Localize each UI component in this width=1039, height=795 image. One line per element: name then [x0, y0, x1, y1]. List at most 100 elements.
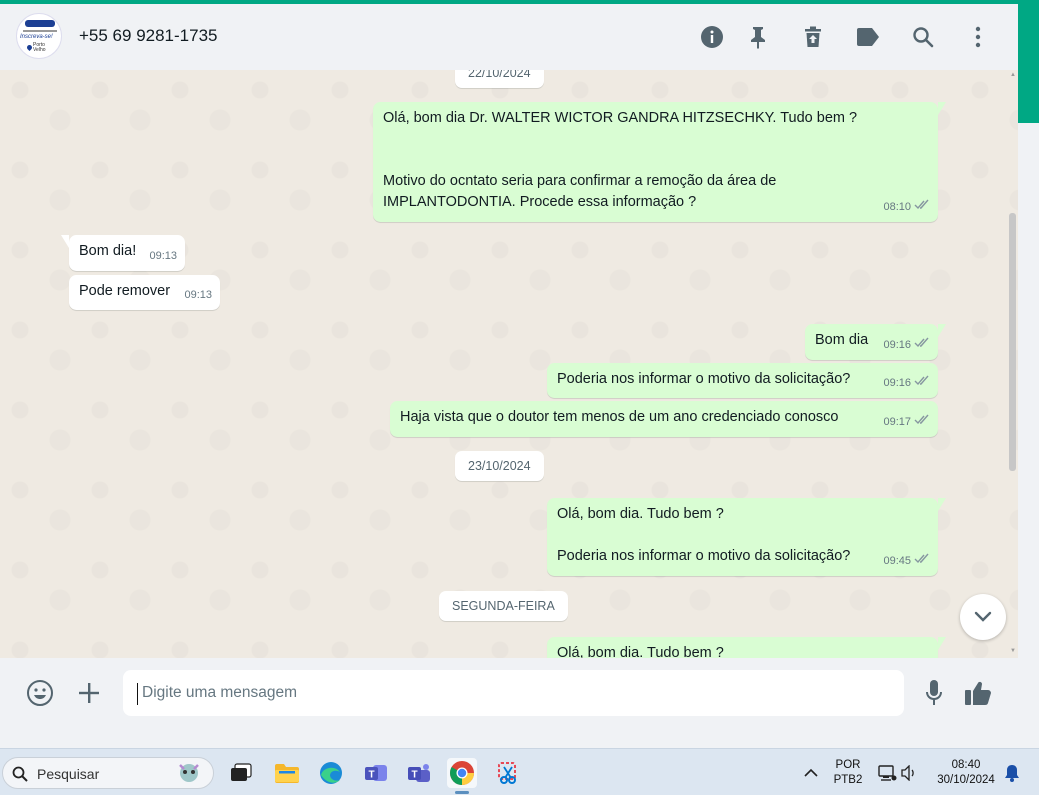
search-icon	[12, 766, 28, 782]
system-clock[interactable]: 08:40 30/10/2024	[928, 758, 1004, 788]
microphone-icon[interactable]	[919, 678, 949, 708]
chevron-up-icon[interactable]	[796, 758, 826, 788]
delete-icon[interactable]	[800, 24, 826, 50]
avatar-logo	[25, 20, 55, 27]
teams-work-icon[interactable]: T	[404, 758, 434, 788]
pin-icon[interactable]	[745, 24, 771, 50]
menu-icon[interactable]	[965, 24, 991, 50]
file-explorer-icon[interactable]	[272, 758, 302, 788]
message-bubble-out[interactable]: Olá, bom dia Dr. WALTER WICTOR GANDRA HI…	[373, 102, 946, 222]
message-text: IMPLANTODONTIA. Procede essa informação …	[383, 194, 697, 210]
message-time: 09:17	[883, 416, 911, 428]
scroll-up-arrow-icon[interactable]: ▲	[1010, 72, 1016, 78]
message-bubble-out[interactable]: Olá, bom dia. Tudo bem ?	[547, 637, 946, 658]
clock-date: 30/10/2024	[937, 774, 995, 786]
search-icon[interactable]	[910, 24, 936, 50]
bubble-tail	[938, 324, 946, 337]
message-text: Poderia nos informar o motivo da solicit…	[557, 548, 851, 564]
message-bubble-in[interactable]: Bom dia! 09:13	[61, 235, 185, 271]
avatar-text: Inscreva-se!	[20, 34, 53, 40]
search-highlight-icon	[179, 764, 199, 782]
bubble-tail	[61, 235, 69, 248]
task-view-icon[interactable]	[226, 758, 256, 788]
message-time: 09:16	[883, 339, 911, 351]
message-text: Olá, bom dia. Tudo bem ?	[557, 506, 724, 522]
date-chip: 23/10/2024	[455, 451, 544, 481]
message-time: 09:13	[184, 289, 212, 301]
message-input[interactable]	[123, 670, 904, 716]
message-composer	[0, 658, 1018, 728]
chat-pane[interactable]: 22/10/2024 Olá, bom dia Dr. WALTER WICTO…	[0, 70, 1018, 658]
message-text	[383, 129, 930, 150]
avatar-logo-line	[23, 30, 57, 32]
scrollbar-thumb[interactable]	[1009, 213, 1016, 471]
windows-taskbar: Pesquisar T T POR PTB2 08:40 30/10/2024	[0, 748, 1039, 795]
text-caret	[137, 683, 138, 705]
snipping-tool-icon[interactable]	[493, 758, 523, 788]
volume-icon[interactable]	[894, 758, 924, 788]
date-chip: SEGUNDA-FEIRA	[439, 591, 568, 621]
bubble-tail	[938, 637, 946, 650]
message-meta: 09:13	[184, 285, 212, 306]
date-chip: 22/10/2024	[455, 70, 544, 88]
bubble-tail	[938, 102, 946, 115]
message-meta: 08:10	[883, 197, 930, 218]
message-text: Haja vista que o doutor tem menos de um …	[400, 409, 839, 425]
active-app-indicator	[455, 791, 469, 794]
read-ticks-icon	[914, 335, 930, 356]
chat-header: Inscreva-se! Porto Velho +55 69 9281-173…	[0, 4, 1018, 70]
message-meta: 09:16	[883, 335, 930, 356]
read-ticks-icon	[914, 551, 930, 572]
edge-browser-icon[interactable]	[316, 758, 346, 788]
message-meta: 09:45	[883, 551, 930, 572]
message-text: Olá, bom dia. Tudo bem ?	[557, 645, 724, 658]
read-ticks-icon	[914, 373, 930, 394]
message-meta: 09:17	[883, 412, 930, 433]
message-bubble-out[interactable]: Bom dia 09:16	[805, 324, 946, 360]
thumbs-up-icon[interactable]	[963, 678, 993, 708]
message-text	[557, 525, 930, 546]
scroll-to-bottom-button[interactable]	[960, 594, 1006, 640]
window-edge	[1018, 4, 1039, 123]
message-bubble-out[interactable]: Olá, bom dia. Tudo bem ? Poderia nos inf…	[547, 498, 946, 576]
clock-time: 08:40	[951, 759, 981, 771]
teams-icon[interactable]: T	[361, 758, 391, 788]
message-text: Motivo do ocntato seria para confirmar a…	[383, 173, 777, 189]
taskbar-search[interactable]: Pesquisar	[2, 757, 214, 789]
emoji-icon[interactable]	[25, 678, 55, 708]
avatar-location: Porto Velho	[33, 42, 46, 53]
message-bubble-in[interactable]: Pode remover 09:13	[69, 275, 220, 310]
message-text	[383, 150, 930, 171]
message-bubble-out[interactable]: Haja vista que o doutor tem menos de um …	[390, 401, 938, 437]
notification-bell-icon[interactable]	[997, 758, 1027, 788]
chevron-down-icon	[974, 611, 992, 622]
input-language[interactable]: POR PTB2	[828, 758, 868, 788]
avatar[interactable]: Inscreva-se! Porto Velho	[16, 13, 62, 59]
message-meta: 09:16	[883, 373, 930, 394]
message-time: 09:45	[883, 555, 911, 567]
message-time: 09:16	[883, 377, 911, 389]
message-time: 08:10	[883, 201, 911, 213]
svg-text:T: T	[412, 770, 418, 781]
label-icon[interactable]	[855, 24, 881, 50]
contact-name[interactable]: +55 69 9281-1735	[79, 26, 218, 46]
bubble-tail	[938, 498, 946, 511]
window-bottom	[0, 728, 1039, 748]
message-meta: 09:13	[149, 246, 177, 267]
read-ticks-icon	[914, 412, 930, 433]
message-time: 09:13	[149, 250, 177, 262]
keyboard-layout: PTB2	[833, 774, 863, 786]
message-text: Olá, bom dia Dr. WALTER WICTOR GANDRA HI…	[383, 110, 858, 126]
message-bubble-out[interactable]: Poderia nos informar o motivo da solicit…	[547, 363, 938, 398]
message-text: Poderia nos informar o motivo da solicit…	[557, 371, 851, 387]
svg-text:T: T	[369, 770, 375, 781]
chrome-icon[interactable]	[447, 758, 477, 788]
language-code: POR	[835, 759, 861, 771]
taskbar-search-text: Pesquisar	[37, 766, 100, 782]
plus-icon[interactable]	[74, 678, 104, 708]
location-pin-icon	[25, 43, 34, 52]
scroll-down-arrow-icon[interactable]: ▼	[1010, 648, 1016, 654]
info-icon[interactable]	[699, 24, 725, 50]
window-edge-lower	[1018, 123, 1039, 748]
read-ticks-icon	[914, 197, 930, 218]
